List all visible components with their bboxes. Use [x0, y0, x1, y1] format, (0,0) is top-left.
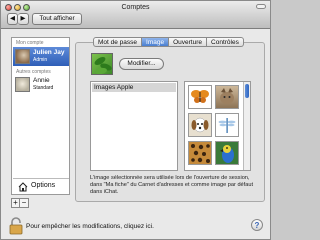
image-grid-scrollbar[interactable]	[243, 82, 250, 170]
scrollbar-thumb[interactable]	[245, 84, 249, 98]
my-account-label: Mon compte	[16, 40, 44, 46]
lock-message[interactable]: Pour empêcher les modifications, cliquez…	[26, 223, 154, 230]
show-all-button[interactable]: Tout afficher	[32, 13, 82, 25]
account-role: Standard	[33, 85, 54, 91]
butterfly-icon	[191, 90, 209, 103]
list-item[interactable]: Images Apple	[92, 83, 176, 92]
help-button[interactable]: ?	[251, 219, 263, 231]
accounts-list: Mon compte Julien Jay Admin Autres compt…	[11, 37, 70, 195]
account-item-annie[interactable]: Annie Standard	[13, 75, 69, 94]
tab-bar: Mot de passe Image Ouverture Contrôles	[93, 37, 244, 47]
modify-image-button[interactable]: Modifier...	[119, 58, 164, 70]
dog-image[interactable]	[188, 113, 212, 137]
house-icon	[18, 182, 28, 192]
add-account-button[interactable]: +	[11, 198, 20, 208]
toolbar-toggle-button[interactable]	[256, 4, 266, 9]
remove-account-button[interactable]: −	[20, 198, 29, 208]
title-bar: Comptes ◀ ▶ Tout afficher	[1, 1, 270, 29]
lock-icon[interactable]	[9, 217, 23, 235]
dog-icon	[191, 117, 209, 133]
avatar	[15, 77, 30, 92]
dragonfly-icon	[218, 118, 236, 133]
dragonfly-image[interactable]	[215, 113, 239, 137]
parrot-image[interactable]	[215, 141, 239, 165]
leopard-fur-image[interactable]	[188, 141, 212, 165]
login-options-item[interactable]: Options	[13, 178, 69, 194]
cat-icon	[220, 88, 234, 104]
butterfly-image[interactable]	[188, 85, 212, 109]
image-description: L'image sélectionnée sera utilisée lors …	[90, 175, 253, 195]
account-name: Annie	[33, 77, 50, 84]
image-grid	[184, 81, 251, 171]
accounts-window: Comptes ◀ ▶ Tout afficher Mon compte Jul…	[0, 0, 271, 240]
current-user-image[interactable]	[91, 53, 113, 75]
back-button[interactable]: ◀	[7, 13, 18, 25]
forward-button[interactable]: ▶	[18, 13, 29, 25]
cat-image[interactable]	[215, 85, 239, 109]
tab-login-items[interactable]: Ouverture	[169, 37, 208, 47]
options-label: Options	[31, 182, 56, 189]
leopard-fur-icon	[191, 144, 210, 163]
account-name: Julien Jay	[33, 49, 65, 56]
account-item-julien[interactable]: Julien Jay Admin	[13, 47, 69, 66]
tab-parental-controls[interactable]: Contrôles	[207, 37, 244, 47]
window-title: Comptes	[121, 4, 150, 11]
avatar	[15, 49, 30, 64]
tab-password[interactable]: Mot de passe	[93, 37, 143, 47]
image-source-list: Images Apple	[90, 81, 178, 171]
account-role: Admin	[33, 57, 48, 63]
parrot-icon	[220, 145, 234, 163]
tab-image[interactable]: Image	[142, 37, 170, 47]
